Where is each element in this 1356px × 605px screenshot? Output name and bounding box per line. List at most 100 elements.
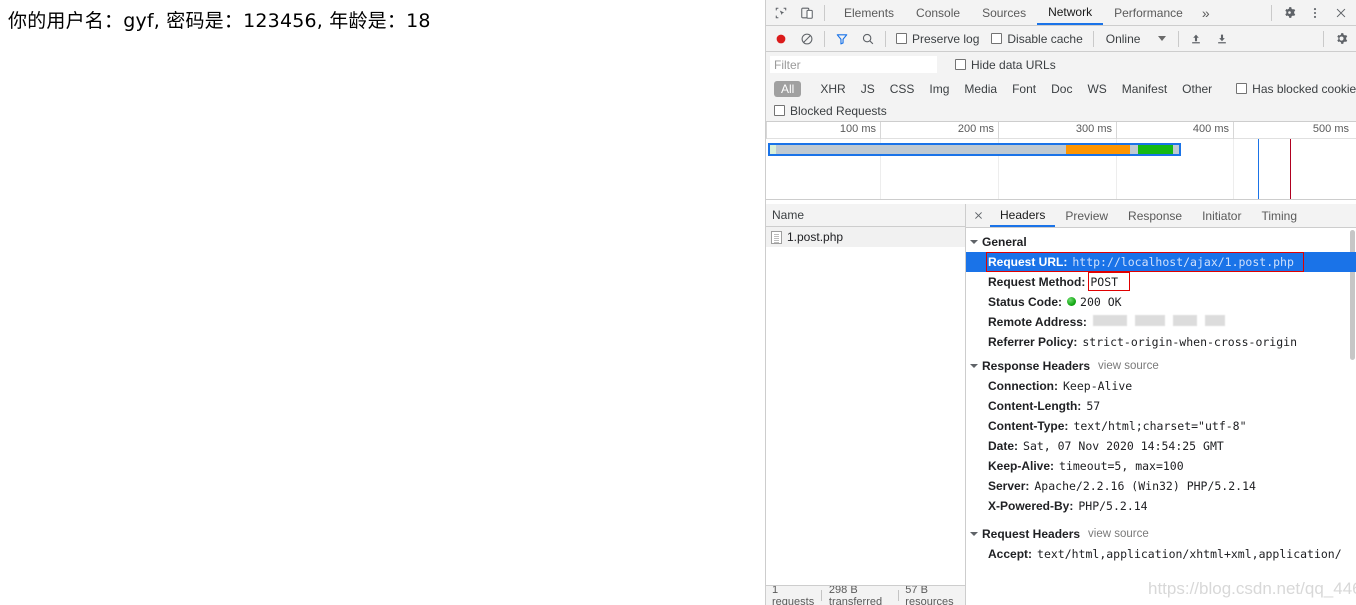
header-key-server: Server: [988,478,1030,493]
type-filter-xhr[interactable]: XHR [813,81,852,97]
filter-funnel-icon[interactable] [829,27,855,51]
tab-sources[interactable]: Sources [971,0,1037,25]
record-icon[interactable] [768,27,794,51]
download-icon[interactable] [1209,27,1235,51]
header-key-keep-alive: Keep-Alive: [988,458,1055,473]
overview-bar-segment-finish [1138,145,1173,154]
tab-elements[interactable]: Elements [833,0,905,25]
header-row-status-code[interactable]: Status Code: 200 OK [966,292,1356,312]
devtools-tabbar: Elements Console Sources Network Perform… [833,0,1218,25]
overview-tick-300ms: 300 ms [998,122,1116,139]
blocked-requests-row: Blocked Requests [766,100,1356,122]
status-divider-2 [897,590,899,601]
blocked-requests-label: Blocked Requests [790,103,887,118]
tab-initiator[interactable]: Initiator [1192,204,1251,227]
request-list-header-name[interactable]: Name [766,204,965,227]
disable-cache-box[interactable] [991,33,1003,44]
gear-icon[interactable] [1276,1,1302,25]
filter-input[interactable] [770,56,937,73]
request-detail-tabbar: Headers Preview Response Initiator Timin… [966,204,1356,228]
type-filter-css[interactable]: CSS [883,81,922,97]
hide-data-urls-box[interactable] [955,59,966,70]
status-requests-count: 1 requests [772,585,815,605]
type-filter-js[interactable]: JS [854,81,882,97]
tab-headers[interactable]: Headers [990,204,1056,227]
preserve-log-checkbox[interactable]: Preserve log [890,32,985,46]
has-blocked-cookies-checkbox[interactable]: Has blocked cookies [1230,82,1356,96]
header-row-request-url[interactable]: Request URL: http://localhost/ajax/1.pos… [966,252,1356,272]
page-watermark: https://blog.csdn.net/qq_44646343 [1148,579,1356,598]
type-filter-manifest[interactable]: Manifest [1115,81,1174,97]
view-source-response[interactable]: view source [1098,360,1159,372]
tab-network[interactable]: Network [1037,0,1104,25]
header-value-request-url: http://localhost/ajax/1.post.php [1072,254,1294,269]
tab-timing[interactable]: Timing [1251,204,1307,227]
tab-performance[interactable]: Performance [1103,0,1194,25]
section-header-general[interactable]: General [966,232,1356,252]
header-value-connection: Keep-Alive [1063,378,1133,393]
tab-console[interactable]: Console [905,0,971,25]
header-key-connection: Connection: [988,378,1058,393]
kebab-menu-icon[interactable] [1302,1,1328,25]
header-row-accept[interactable]: Accept: text/html,application/xhtml+xml,… [966,544,1356,564]
preserve-log-box[interactable] [896,33,907,44]
chevron-down-icon[interactable] [970,364,978,368]
devtools-main-toolbar: Elements Console Sources Network Perform… [766,0,1356,26]
disable-cache-checkbox[interactable]: Disable cache [985,32,1088,46]
type-filter-img[interactable]: Img [922,81,956,97]
section-header-response-headers[interactable]: Response Headers view source [966,356,1356,376]
blocked-requests-checkbox[interactable]: Blocked Requests [774,104,893,118]
network-overview-timeline[interactable]: 100 ms 200 ms 300 ms 400 ms 500 ms [766,122,1356,200]
type-filter-ws[interactable]: WS [1080,81,1113,97]
blocked-requests-box[interactable] [774,105,785,116]
header-row-referrer-policy[interactable]: Referrer Policy: strict-origin-when-cros… [966,332,1356,352]
has-blocked-cookies-box[interactable] [1236,83,1248,94]
network-settings-gear-icon[interactable] [1328,27,1354,51]
close-icon[interactable] [1328,1,1354,25]
overview-tick-500ms: 500 ms [1233,122,1353,139]
clear-icon[interactable] [794,27,820,51]
table-row[interactable]: 1.post.php [766,227,965,247]
type-filter-doc[interactable]: Doc [1044,81,1079,97]
header-row-content-type[interactable]: Content-Type: text/html;charset="utf-8" [966,416,1356,436]
header-row-server[interactable]: Server: Apache/2.2.16 (Win32) PHP/5.2.14 [966,476,1356,496]
header-key-remote-address: Remote Address: [988,314,1087,329]
search-icon[interactable] [855,27,881,51]
header-row-content-length[interactable]: Content-Length: 57 [966,396,1356,416]
throttling-dropdown[interactable]: Online [1098,32,1175,46]
header-row-remote-address[interactable]: Remote Address: [966,312,1356,332]
header-value-accept: text/html,application/xhtml+xml,applicat… [1037,546,1342,561]
header-row-x-powered-by[interactable]: X-Powered-By: PHP/5.2.14 [966,496,1356,516]
header-row-request-method[interactable]: Request Method: POST [966,272,1356,292]
header-key-content-type: Content-Type: [988,418,1069,433]
web-page-viewport: 你的用户名：gyf, 密码是：123456, 年龄是：18 [0,0,765,605]
device-toolbar-icon[interactable] [794,1,820,25]
header-value-request-method: POST [1090,274,1119,289]
request-name: 1.post.php [787,230,844,244]
load-event-line [1290,139,1291,199]
upload-icon[interactable] [1183,27,1209,51]
header-row-date[interactable]: Date: Sat, 07 Nov 2020 14:54:25 GMT [966,436,1356,456]
tab-preview[interactable]: Preview [1055,204,1118,227]
chevron-down-icon[interactable] [970,532,978,536]
net-toolbar-divider-5 [1323,30,1324,47]
more-tabs-button[interactable]: » [1194,0,1218,25]
tab-response[interactable]: Response [1118,204,1192,227]
chevron-down-icon[interactable] [970,240,978,244]
type-filter-other[interactable]: Other [1175,81,1219,97]
overview-request-bar[interactable] [768,143,1181,156]
header-row-keep-alive[interactable]: Keep-Alive: timeout=5, max=100 [966,456,1356,476]
close-icon[interactable] [966,204,990,227]
header-value-date: Sat, 07 Nov 2020 14:54:25 GMT [1023,438,1224,453]
hide-data-urls-checkbox[interactable]: Hide data URLs [949,58,1062,72]
inspect-element-icon[interactable] [768,1,794,25]
type-filter-font[interactable]: Font [1005,81,1043,97]
view-source-request[interactable]: view source [1088,528,1149,540]
type-filter-media[interactable]: Media [957,81,1004,97]
page-body-text: 你的用户名：gyf, 密码是：123456, 年龄是：18 [8,10,431,32]
header-row-connection[interactable]: Connection: Keep-Alive [966,376,1356,396]
chevron-down-icon[interactable] [1158,36,1167,41]
type-filter-all[interactable]: All [774,80,802,97]
section-header-request-headers[interactable]: Request Headers view source [966,524,1356,544]
overview-tick-200ms: 200 ms [880,122,998,139]
